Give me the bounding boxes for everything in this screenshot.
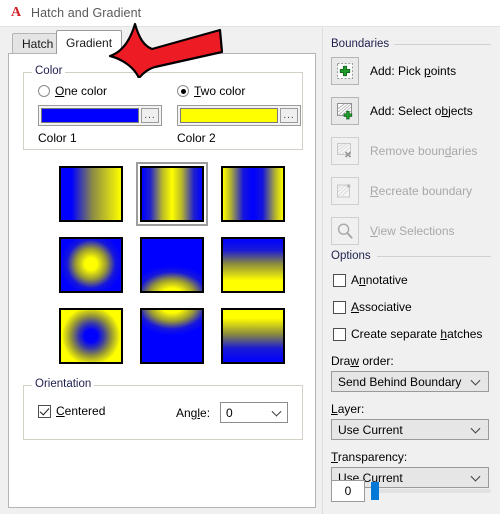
chevron-down-icon [470,423,481,434]
option-associative[interactable]: Associative [333,300,412,314]
gradient-pattern-6[interactable] [59,308,123,364]
gradient-tab-panel: Color One color Two color ... Color 1 ..… [8,53,316,508]
gradient-pattern-7[interactable] [140,308,204,364]
boundary-view-selections-label: View Selections [370,224,455,238]
color1-swatch-control[interactable]: ... [38,105,162,126]
color1-browse-button[interactable]: ... [141,108,159,123]
angle-dropdown[interactable]: 0 [220,402,288,423]
boundary-add-select-objects[interactable]: Add: Select objects [331,96,473,126]
angle-value: 0 [226,405,233,420]
angle-label: Angle: [176,406,211,420]
chevron-down-icon [470,375,481,386]
color-group-legend: Color [32,65,66,77]
color2-chip[interactable] [180,108,278,123]
boundary-add-pick-points-label: Add: Pick points [370,64,457,78]
centered-label: Centered [56,404,106,418]
associative-checkbox-indicator [333,300,346,314]
tab-gradient[interactable]: Gradient [56,30,123,54]
gradient-pattern-8[interactable] [221,308,285,364]
remove-boundaries-icon [331,137,359,165]
title-bar: A Hatch and Gradient [0,0,500,27]
orientation-group: Orientation Centered Angle: 0 [23,378,303,440]
boundaries-section-title: Boundaries [331,38,395,50]
radio-one-color[interactable]: One color [38,84,107,98]
create-separate-hatches-checkbox-indicator [333,327,346,341]
color2-label: Color 2 [177,131,216,145]
gradient-pattern-grid [59,162,285,366]
options-section-rule [377,256,491,257]
right-options-panel: Boundaries Add: Pick points Add: Select … [322,28,500,514]
chevron-down-icon [271,406,282,417]
autocad-a-icon: A [10,5,22,20]
pick-points-icon [331,57,359,85]
option-associative-label: Associative [351,300,412,314]
boundary-remove-boundaries: Remove boundaries [331,136,477,166]
transparency-amount-field[interactable]: 0 [331,480,365,502]
option-create-separate-hatches[interactable]: Create separate hatches [333,327,482,341]
radio-two-color[interactable]: Two color [177,84,245,98]
window-title: Hatch and Gradient [31,6,142,20]
two-color-label: Two color [194,84,246,98]
boundary-remove-boundaries-label: Remove boundaries [370,144,478,158]
gradient-pattern-0[interactable] [59,166,123,222]
color-group: Color One color Two color ... Color 1 ..… [23,65,303,150]
gradient-pattern-3[interactable] [59,237,123,293]
color2-browse-button[interactable]: ... [280,108,298,123]
gradient-pattern-5[interactable] [221,237,285,293]
layer-value: Use Current [338,422,403,437]
one-color-radio-indicator [38,85,50,97]
transparency-slider[interactable] [371,482,491,500]
two-color-radio-indicator [177,85,189,97]
color1-label: Color 1 [38,131,77,145]
gradient-pattern-1[interactable] [136,162,208,226]
boundaries-section-rule [391,44,491,45]
view-selections-icon [331,217,359,245]
orientation-group-legend: Orientation [32,378,95,390]
boundary-add-select-objects-label: Add: Select objects [370,104,473,118]
recreate-boundary-icon [331,177,359,205]
draw-order-label: Draw order: [331,354,394,368]
select-objects-icon [331,97,359,125]
chevron-down-icon [470,471,481,482]
color2-swatch-control[interactable]: ... [177,105,301,126]
hatch-and-gradient-dialog: A Hatch and Gradient Hatch Gradient Colo… [0,0,500,514]
boundary-view-selections: View Selections [331,216,455,246]
boundary-recreate-boundary: Recreate boundary [331,176,472,206]
one-color-label: One color [55,84,108,98]
layer-label: Layer: [331,402,365,416]
centered-checkbox-indicator [38,404,51,418]
color1-chip[interactable] [41,108,139,123]
annotative-checkbox-indicator [333,273,346,287]
draw-order-dropdown[interactable]: Send Behind Boundary [331,371,489,392]
draw-order-value: Send Behind Boundary [338,374,462,389]
option-annotative[interactable]: Annotative [333,273,408,287]
gradient-pattern-4[interactable] [140,237,204,293]
centered-checkbox[interactable]: Centered [38,404,105,418]
transparency-slider-thumb[interactable] [371,482,379,500]
transparency-label: Transparency: [331,450,408,464]
options-section-title: Options [331,250,376,262]
boundary-add-pick-points[interactable]: Add: Pick points [331,56,456,86]
gradient-pattern-2[interactable] [221,166,285,222]
option-create-separate-hatches-label: Create separate hatches [351,327,483,341]
layer-dropdown[interactable]: Use Current [331,419,489,440]
option-annotative-label: Annotative [351,273,408,287]
boundary-recreate-boundary-label: Recreate boundary [370,184,473,198]
